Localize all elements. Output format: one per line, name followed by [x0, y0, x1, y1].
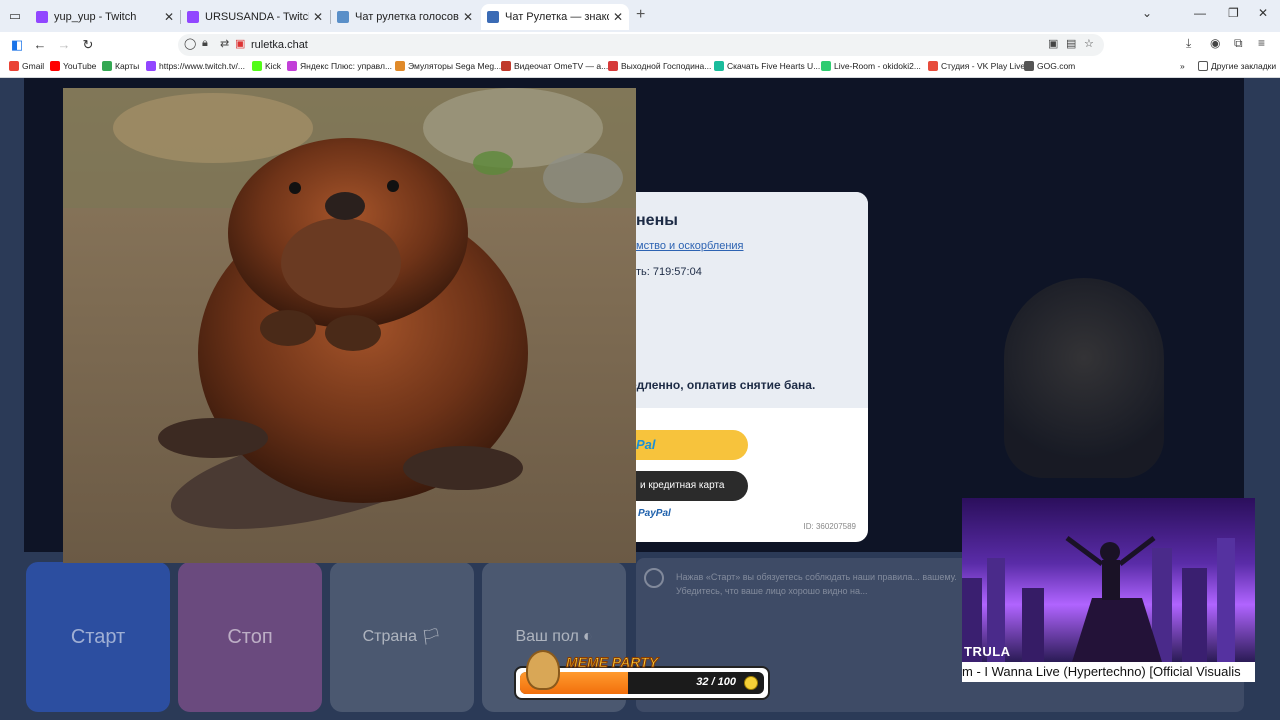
url-text[interactable]: ruletka.chat [251, 39, 308, 51]
profile-icon[interactable]: ◉ [1210, 36, 1220, 50]
close-window-icon[interactable]: ✕ [1258, 6, 1268, 20]
gender-icon: ◐ [582, 628, 593, 645]
doge-icon [526, 650, 560, 690]
stop-button[interactable]: Стоп [178, 562, 322, 712]
bookmark-ometv[interactable]: Видеочат OmeTV — а... [501, 61, 608, 71]
picture-in-picture-icon[interactable]: ▣ [1048, 37, 1058, 50]
bookmarks-bar: Gmail YouTube Карты https://www.twitch.t… [0, 58, 1280, 78]
bookmark-kick[interactable]: Kick [252, 61, 281, 71]
start-button[interactable]: Старт [26, 562, 170, 712]
tab-close-icon[interactable]: ✕ [313, 10, 323, 24]
bookmark-youtube[interactable]: YouTube [50, 61, 96, 71]
minimize-icon[interactable]: — [1194, 6, 1206, 20]
site-favicon-icon: ▣ [235, 38, 246, 50]
twitch-favicon-icon [36, 11, 48, 23]
ban-reason-link[interactable]: мство и оскорбления [636, 240, 744, 252]
tab-title: Чат рулетка голосовая — Nek [355, 11, 459, 23]
bookmark-sega[interactable]: Эмуляторы Sega Meg... [395, 61, 501, 71]
twitch-favicon-icon [187, 11, 199, 23]
bookmark-yandex[interactable]: Яндекс Плюс: управл... [287, 61, 392, 71]
info-icon [644, 568, 664, 588]
navigation-toolbar: ◧ ← → ↻ ◯ 🔒︎ ⇄ ▣ ruletka.chat ▣ ▤ ☆ ⤓ ◉ … [0, 32, 1280, 58]
back-icon[interactable]: ← [31, 36, 49, 54]
partner-video [1004, 278, 1164, 478]
album-art-illustration [962, 535, 1235, 662]
shield-icon[interactable]: ◯ [184, 37, 196, 50]
bookmark-liveroom[interactable]: Live-Room - okidoki2... [821, 61, 921, 71]
ruletka-page: Старт Стоп Страна 🏳︎ Ваш пол ◐ Нажав «Стар… [0, 78, 1280, 720]
tab-0[interactable]: yup_yup - Twitch ✕ [30, 4, 180, 30]
chat-favicon-icon [337, 11, 349, 23]
info-text: Нажав «Старт» вы обязуетесь соблюдать на… [676, 572, 957, 596]
beaver-image [63, 88, 636, 563]
ban-offer-text: едленно, оплатив снятие бана. [630, 378, 816, 392]
bookmark-fivehearts[interactable]: Скачать Five Hearts U... [714, 61, 820, 71]
reader-icon[interactable]: ▤ [1066, 37, 1076, 50]
bookmark-gog[interactable]: GOG.com [1024, 61, 1075, 71]
tab-list-chevron-icon[interactable]: ⌄ [1142, 6, 1152, 20]
tab-2[interactable]: Чат рулетка голосовая — Nek ✕ [331, 4, 479, 30]
new-tab-icon[interactable]: + [636, 6, 645, 24]
meme-title: MEME PARTY [565, 654, 659, 671]
menu-icon[interactable]: ≡ [1258, 36, 1265, 50]
other-bookmarks[interactable]: Другие закладки [1198, 61, 1276, 71]
bookmark-gmail[interactable]: Gmail [9, 61, 44, 71]
ban-timer: ть: 719:57:04 [636, 266, 702, 278]
ban-id: ID: 360207589 [803, 522, 857, 531]
beaver-illustration [63, 88, 636, 563]
tab-title: Чат Рулетка — знакомства и с [505, 11, 609, 23]
bookmarks-overflow-icon[interactable]: » [1180, 61, 1185, 71]
coin-icon [744, 676, 758, 690]
tab-1[interactable]: URSUSANDA - Twitch ✕ [181, 4, 329, 30]
reload-icon[interactable]: ↻ [79, 36, 97, 54]
bookmark-vykhodnoy[interactable]: Выходной Господина... [608, 61, 711, 71]
tab-title: URSUSANDA - Twitch [205, 11, 309, 23]
tab-title: yup_yup - Twitch [54, 11, 137, 23]
ruletka-favicon-icon [487, 11, 499, 23]
flag-icon: 🏳︎ [421, 629, 442, 646]
meme-count: 32 / 100 [696, 676, 736, 688]
tab-close-icon[interactable]: ✕ [463, 10, 473, 24]
extensions-icon[interactable]: ⧉ [1234, 36, 1243, 51]
now-playing-track: m - I Wanna Live (Hypertechno) [Official… [962, 664, 1241, 679]
tab-search-icon[interactable]: ▭ [6, 7, 24, 25]
bookmark-maps[interactable]: Карты [102, 61, 139, 71]
lock-icon[interactable]: 🔒︎ [202, 37, 208, 50]
music-overlay: TRULA m - I Wanna Live (Hypertechno) [Of… [962, 498, 1255, 682]
restore-icon[interactable]: ❐ [1228, 6, 1239, 20]
download-icon[interactable]: ⤓ [1186, 36, 1191, 51]
ban-title: нены [636, 212, 678, 229]
sidebar-icon[interactable]: ◧ [8, 36, 26, 54]
bookmark-star-icon[interactable]: ☆ [1084, 37, 1094, 50]
country-button[interactable]: Страна 🏳︎ [330, 562, 474, 712]
tab-close-icon[interactable]: ✕ [613, 10, 623, 24]
forward-icon[interactable]: → [55, 36, 73, 54]
bookmark-vkplay[interactable]: Студия - VK Play Live [928, 61, 1025, 71]
music-label: TRULA [964, 644, 1011, 659]
meme-party-widget: 32 / 100 MEME PARTY [514, 650, 770, 700]
paypal-logo: PayPal [638, 508, 671, 519]
album-art: TRULA [962, 498, 1255, 662]
site-settings-icon[interactable]: ⇄ [220, 37, 229, 50]
tab-3-active[interactable]: Чат Рулетка — знакомства и с ✕ [481, 4, 629, 30]
bookmark-twitch[interactable]: https://www.twitch.tv/... [146, 61, 245, 71]
address-bar[interactable]: ◯ 🔒︎ ⇄ ▣ ruletka.chat ▣ ▤ ☆ [178, 34, 1104, 56]
tab-strip: ▭ yup_yup - Twitch ✕ URSUSANDA - Twitch … [0, 0, 1280, 32]
tab-close-icon[interactable]: ✕ [164, 10, 174, 24]
